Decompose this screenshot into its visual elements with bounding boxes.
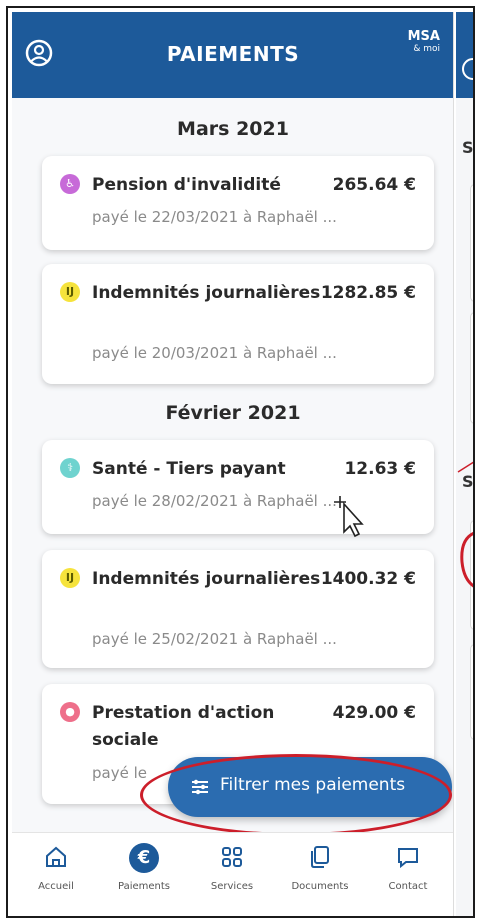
annotation-mark [457,461,473,588]
adjacent-card [470,184,473,302]
app-header: PAIEMENTS MSA & moi [12,12,453,98]
month-heading: Mars 2021 [177,118,289,140]
adjacent-screen: S S [456,12,474,916]
adjacent-card [470,644,473,740]
ij-icon: IJ [60,568,80,588]
stethoscope-icon: ⚕ [60,458,80,478]
nav-label: Paiements [117,881,170,892]
payments-list: Mars 2021 ♿ Pension d'invalidité 265.64 … [12,98,453,832]
filter-button-label: Filtrer mes paiements [220,775,406,795]
payment-label: Pension d'invalidité [92,175,281,195]
nav-label: Documents [291,881,349,892]
logo-top: MSA [407,29,440,44]
payment-date: payé le 20/03/2021 à Raphaël ... [92,344,337,362]
payment-date: payé le 22/03/2021 à Raphaël ... [92,208,337,226]
filter-payments-button[interactable]: Filtrer mes paiements [168,757,452,817]
payment-amount: 1400.32 € [320,569,416,589]
bottom-nav: Accueil € Paiements Services Documents C… [12,832,453,916]
ij-icon: IJ [60,282,80,302]
page-title: PAIEMENTS [166,42,300,66]
nav-item-accueil[interactable]: Accueil [12,843,100,892]
payment-amount: 265.64 € [332,175,416,195]
user-account-icon [462,58,473,80]
home-icon [46,846,66,867]
payment-card[interactable]: ♿ Pension d'invalidité 265.64 € payé le … [42,156,434,250]
logo-bottom: & moi [413,44,440,54]
chat-icon [398,848,418,869]
payment-date: payé le 28/02/2021 à Raphaël ... [92,492,337,510]
payment-card[interactable]: IJ Indemnités journalières 1282.85 € pay… [42,264,434,384]
payment-card[interactable]: ⚕ Santé - Tiers payant 12.63 € payé le 2… [42,440,434,538]
nav-item-contact[interactable]: Contact [364,843,452,892]
payment-amount: 12.63 € [344,459,416,479]
euro-icon: € [129,843,159,873]
nav-item-paiements[interactable]: € Paiements [100,843,188,892]
payment-amount: 429.00 € [332,703,416,723]
nav-item-services[interactable]: Services [188,843,276,892]
payments-screen: PAIEMENTS MSA & moi Mars 2021 ♿ Pension … [12,12,454,916]
payment-date: payé le [92,764,147,782]
wheelchair-icon: ♿ [60,174,80,194]
adjacent-header [456,12,473,98]
filter-sliders-icon [192,779,208,795]
payment-amount: 1282.85 € [320,283,416,303]
social-action-icon: ● [60,702,80,722]
nav-label: Services [210,881,254,892]
adjacent-section-letter: S [462,138,474,157]
payment-label: Indemnités journalières [92,569,321,589]
msa-logo: MSA & moi [408,30,440,56]
documents-icon [311,846,329,868]
payment-label: Indemnités journalières [92,283,321,303]
nav-item-documents[interactable]: Documents [276,843,364,892]
payment-date: payé le 25/02/2021 à Raphaël ... [92,630,337,648]
screenshot-frame: PAIEMENTS MSA & moi Mars 2021 ♿ Pension … [6,6,475,918]
payment-card[interactable]: IJ Indemnités journalières 1400.32 € pay… [42,550,434,668]
nav-label: Contact [388,881,428,892]
payment-label: Santé - Tiers payant [92,459,286,479]
mouse-cursor-icon [334,496,364,538]
nav-label: Accueil [38,881,74,892]
month-heading: Février 2021 [165,402,301,424]
adjacent-card [470,312,473,424]
payment-label: Prestation d'action sociale [92,703,275,750]
grid-icon [222,847,242,867]
